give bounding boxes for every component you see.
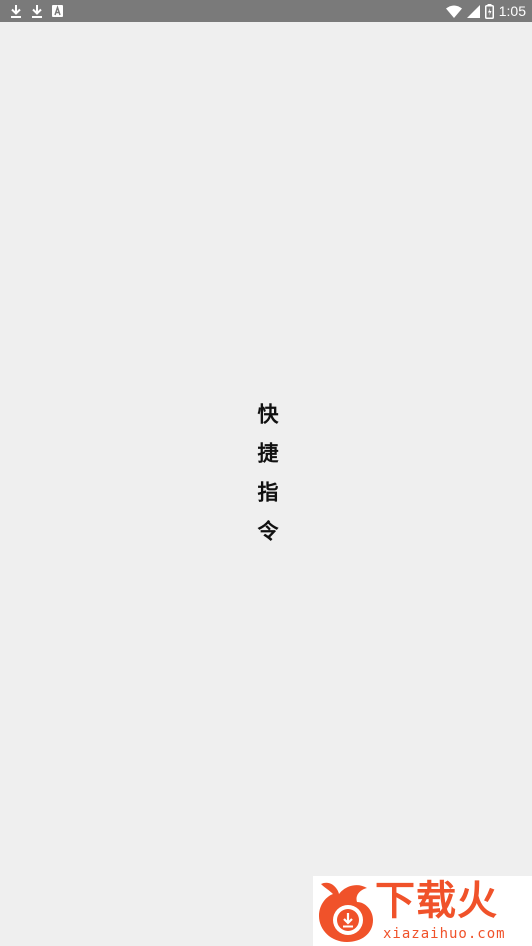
text-a-icon bbox=[52, 5, 63, 17]
wifi-icon bbox=[445, 5, 462, 18]
signal-icon bbox=[466, 4, 480, 18]
battery-icon bbox=[484, 3, 494, 19]
flame-logo-icon bbox=[315, 878, 377, 946]
notification-icons bbox=[10, 4, 63, 18]
splash-title: 快捷指令 bbox=[255, 403, 279, 559]
watermark-logo: 下载火 xiazaihuo.com bbox=[313, 876, 532, 946]
watermark-domain: xiazaihuo.com bbox=[383, 926, 506, 942]
download-icon bbox=[31, 4, 43, 18]
status-bar: 1:05 bbox=[0, 0, 532, 22]
watermark-name: 下载火 bbox=[375, 878, 498, 924]
download-icon bbox=[10, 4, 22, 18]
clock: 1:05 bbox=[498, 3, 526, 19]
system-icons: 1:05 bbox=[445, 2, 526, 20]
